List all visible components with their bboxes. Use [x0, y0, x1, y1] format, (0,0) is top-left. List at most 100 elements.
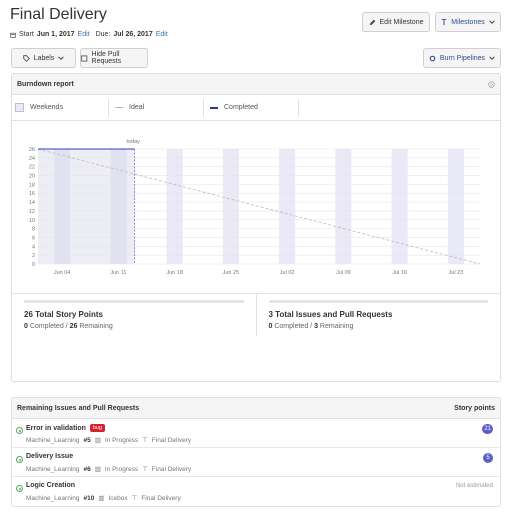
issue-row[interactable]: Delivery Issue Machine_Learning #6 ▥ In … [12, 448, 500, 477]
weekend-band [335, 149, 352, 264]
x-tick-label: Jul 02 [280, 270, 295, 276]
remaining-issues-panel: Remaining Issues and Pull Requests Story… [11, 397, 501, 507]
milestone-icon: ⊤ [131, 495, 138, 502]
issue-title[interactable]: Delivery Issue [26, 453, 73, 460]
y-tick-label: 24 [29, 156, 35, 162]
story-points-breakdown: 0 Completed / 26 Remaining [24, 323, 244, 330]
points-remaining-label: Remaining [79, 323, 113, 330]
issue-pipeline: In Progress [104, 465, 139, 473]
x-tick-label: Jun 04 [54, 270, 71, 276]
y-tick-label: 20 [29, 174, 35, 180]
issue-title[interactable]: Error in validation [26, 425, 86, 432]
completed-swatch [210, 106, 218, 109]
x-tick-label: Jul 09 [336, 270, 351, 276]
legend-completed-label: Completed [224, 104, 258, 111]
milestone-icon: ⊤ [142, 466, 148, 473]
open-issue-icon [16, 456, 23, 463]
weekend-swatch [15, 103, 24, 112]
points-remaining: 26 [69, 323, 78, 330]
not-estimated-label: Not estimated [455, 483, 493, 489]
story-points-progress [24, 300, 244, 303]
issue-meta: Machine_Learning #5 ▥ In Progress ⊤ Fina… [26, 436, 191, 445]
weekend-band [447, 149, 464, 264]
story-points-stat: 26 Total Story Points 0 Completed / 26 R… [12, 294, 256, 336]
edit-start-link[interactable]: Edit [78, 31, 90, 38]
start-date: Jun 1, 2017 [36, 31, 75, 38]
issue-row[interactable]: Logic Creation Machine_Learning #10 ▥ Ic… [12, 477, 500, 506]
edit-milestone-label: Edit Milestone [379, 18, 424, 26]
milestone-dates: Start Jun 1, 2017 Edit Due: Jul 26, 2017… [10, 31, 168, 38]
help-icon[interactable]: ? [488, 80, 495, 88]
x-tick-label: Jun 18 [166, 270, 183, 276]
points-completed-label: Completed / [29, 323, 68, 330]
legend-weekends-label: Weekends [30, 104, 63, 111]
x-tick-label: Jun 11 [110, 270, 126, 276]
pencil-icon [369, 19, 375, 25]
issue-repo: Machine_Learning [26, 494, 80, 502]
settings-icon [429, 55, 436, 61]
page-title: Final Delivery [10, 6, 107, 23]
issue-milestone: Final Delivery [141, 494, 181, 502]
issue-title-line: Logic Creation [26, 482, 75, 489]
bug-label: bug [89, 424, 106, 432]
ideal-swatch [115, 107, 123, 108]
story-points-badge: 21 [482, 424, 493, 434]
issue-title-line: Delivery Issue [26, 453, 73, 460]
story-points-badge: 5 [483, 453, 493, 463]
chevron-down-icon [489, 20, 495, 24]
svg-text:?: ? [490, 82, 493, 87]
legend-divider [298, 98, 299, 117]
labels-label: Labels [33, 54, 55, 62]
story-points-total: 26 Total Story Points [24, 310, 103, 319]
issues-remaining-label: Remaining [319, 323, 354, 330]
issue-meta: Machine_Learning #6 ▥ In Progress ⊤ Fina… [26, 465, 192, 474]
open-issue-icon [16, 485, 23, 492]
issue-meta: Machine_Learning #10 ▥ Icebox ⊤ Final De… [26, 494, 181, 503]
due-date: Jul 26, 2017 [113, 31, 153, 38]
issue-repo: Machine_Learning [26, 436, 80, 444]
issue-number: #10 [83, 494, 95, 502]
weekend-band [391, 149, 408, 264]
burndown-panel: Burndown report ? Weekends Ideal Complet… [11, 73, 501, 382]
milestones-dropdown[interactable]: Milestones [435, 12, 501, 32]
burn-pipelines-dropdown[interactable]: Burn Pipelines [423, 48, 501, 68]
edit-milestone-button[interactable]: Edit Milestone [362, 12, 430, 32]
chevron-down-icon [58, 56, 65, 60]
chart-legend: Weekends Ideal Completed [12, 95, 500, 121]
chevron-down-icon [489, 56, 495, 60]
calendar-icon [10, 32, 16, 38]
y-tick-label: 18 [29, 182, 35, 188]
edit-due-link[interactable]: Edit [156, 31, 168, 38]
issue-number: #5 [83, 436, 91, 444]
elapsed-region [38, 149, 135, 264]
issues-completed: 0 [268, 323, 273, 330]
hide-prs-label: Hide Pull Requests [91, 51, 122, 65]
labels-dropdown[interactable]: Labels [11, 48, 76, 68]
issue-pipeline: Icebox [108, 494, 128, 502]
today-label: today [126, 139, 140, 145]
y-tick-label: 4 [32, 244, 35, 250]
issue-row[interactable]: Error in validation bug Machine_Learning… [12, 419, 500, 448]
start-label: Start [19, 31, 34, 38]
issues-total: 3 Total Issues and Pull Requests [268, 310, 393, 319]
x-tick-label: Jul 23 [449, 270, 464, 276]
milestone-icon: ⊤ [142, 437, 148, 444]
issue-milestone: Final Delivery [151, 465, 192, 473]
y-tick-label: 12 [29, 209, 35, 215]
y-tick-label: 26 [29, 147, 35, 153]
tag-icon [22, 54, 30, 62]
pipeline-icon: ▥ [98, 495, 105, 502]
pipeline-icon: ▥ [94, 437, 101, 444]
y-tick-label: 10 [29, 218, 35, 224]
hide-icon [81, 55, 88, 61]
issue-title[interactable]: Logic Creation [26, 482, 75, 489]
issue-pipeline: In Progress [104, 436, 139, 444]
burndown-chart: 02468101214161820222426Jun 04 Jun 11 Jun 1… [29, 139, 481, 276]
issue-repo: Machine_Learning [26, 465, 80, 473]
legend-ideal-label: Ideal [129, 104, 145, 111]
burn-pipelines-label: Burn Pipelines [439, 54, 486, 62]
y-tick-label: 16 [29, 191, 35, 197]
issue-number: #6 [83, 465, 91, 473]
hide-pull-requests-button[interactable]: Hide Pull Requests [80, 48, 148, 68]
y-tick-label: 0 [32, 262, 35, 268]
